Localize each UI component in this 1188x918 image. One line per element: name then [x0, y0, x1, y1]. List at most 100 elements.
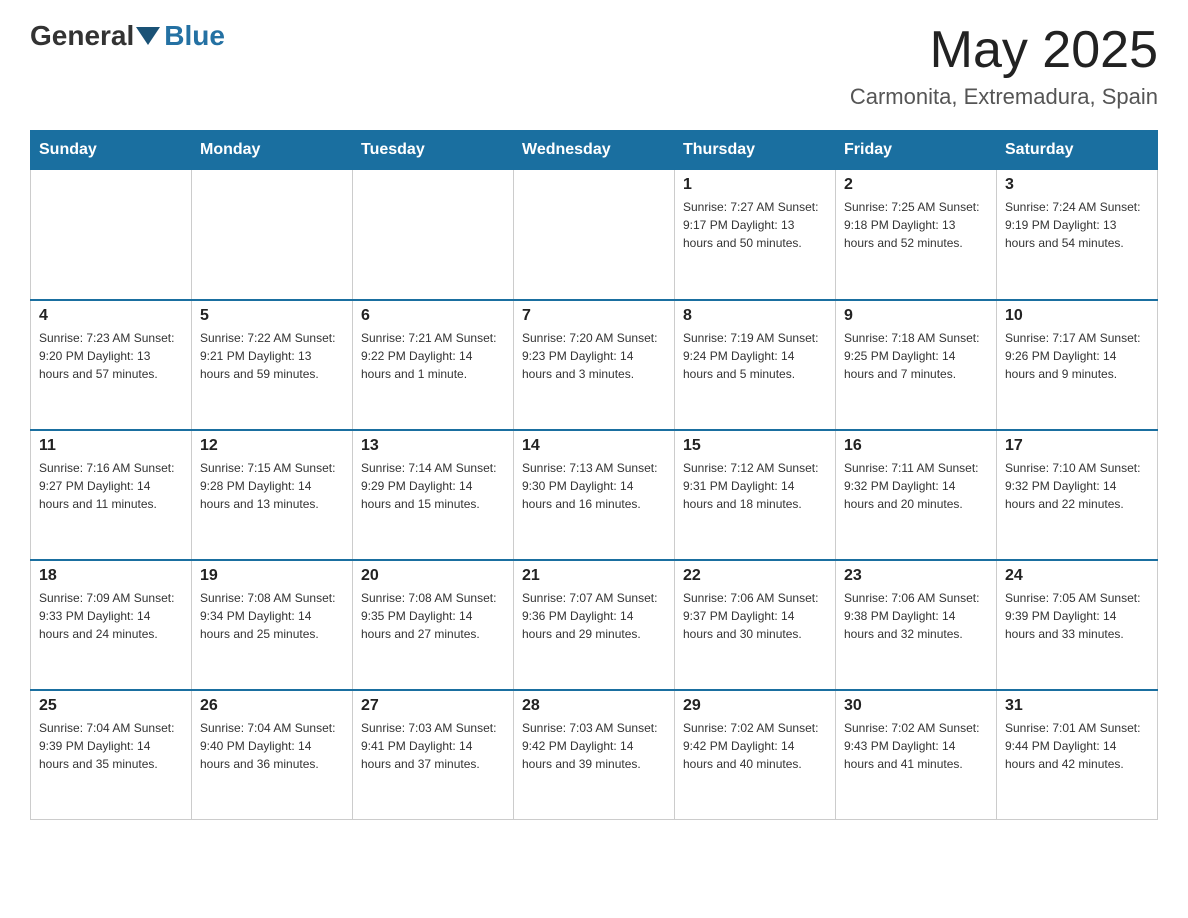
- day-info: Sunrise: 7:06 AM Sunset: 9:38 PM Dayligh…: [844, 589, 988, 643]
- calendar-week-row: 11Sunrise: 7:16 AM Sunset: 9:27 PM Dayli…: [31, 430, 1158, 560]
- day-info: Sunrise: 7:04 AM Sunset: 9:39 PM Dayligh…: [39, 719, 183, 773]
- day-number: 6: [361, 307, 505, 325]
- calendar-cell: 27Sunrise: 7:03 AM Sunset: 9:41 PM Dayli…: [353, 690, 514, 820]
- calendar-cell: 4Sunrise: 7:23 AM Sunset: 9:20 PM Daylig…: [31, 300, 192, 430]
- day-number: 29: [683, 697, 827, 715]
- day-number: 31: [1005, 697, 1149, 715]
- day-info: Sunrise: 7:02 AM Sunset: 9:42 PM Dayligh…: [683, 719, 827, 773]
- day-info: Sunrise: 7:13 AM Sunset: 9:30 PM Dayligh…: [522, 459, 666, 513]
- calendar-cell: 24 Sunrise: 7:05 AM Sunset: 9:39 PM Dayli…: [997, 560, 1158, 690]
- logo-triangle-icon: [136, 27, 160, 45]
- title-block: May 2025 Carmonita, Extremadura, Spain: [850, 20, 1158, 110]
- day-number: 22: [683, 567, 827, 585]
- calendar-cell: 17Sunrise: 7:10 AM Sunset: 9:32 PM Dayli…: [997, 430, 1158, 560]
- day-number: 30: [844, 697, 988, 715]
- calendar-cell: 1 Sunrise: 7:27 AM Sunset: 9:17 PM Daylig…: [675, 170, 836, 300]
- day-info: Sunrise: 7:06 AM Sunset: 9:37 PM Dayligh…: [683, 589, 827, 643]
- calendar-cell: 13Sunrise: 7:14 AM Sunset: 9:29 PM Dayli…: [353, 430, 514, 560]
- day-number: 8: [683, 307, 827, 325]
- day-number: 3: [1005, 176, 1149, 194]
- logo-general-text: General: [30, 20, 134, 52]
- calendar-cell: 5Sunrise: 7:22 AM Sunset: 9:21 PM Daylig…: [192, 300, 353, 430]
- day-number: 20: [361, 567, 505, 585]
- calendar-cell: 29 Sunrise: 7:02 AM Sunset: 9:42 PM Dayli…: [675, 690, 836, 820]
- day-number: 18: [39, 567, 183, 585]
- calendar-cell: 14 Sunrise: 7:13 AM Sunset: 9:30 PM Dayli…: [514, 430, 675, 560]
- day-info: Sunrise: 7:19 AM Sunset: 9:24 PM Dayligh…: [683, 329, 827, 383]
- calendar-cell: 18 Sunrise: 7:09 AM Sunset: 9:33 PM Dayli…: [31, 560, 192, 690]
- day-number: 13: [361, 437, 505, 455]
- day-number: 12: [200, 437, 344, 455]
- day-number: 16: [844, 437, 988, 455]
- day-number: 11: [39, 437, 183, 455]
- calendar-week-row: 4Sunrise: 7:23 AM Sunset: 9:20 PM Daylig…: [31, 300, 1158, 430]
- day-info: Sunrise: 7:05 AM Sunset: 9:39 PM Dayligh…: [1005, 589, 1149, 643]
- day-number: 21: [522, 567, 666, 585]
- day-info: Sunrise: 7:15 AM Sunset: 9:28 PM Dayligh…: [200, 459, 344, 513]
- page-header: General Blue May 2025 Carmonita, Extrema…: [30, 20, 1158, 110]
- day-number: 15: [683, 437, 827, 455]
- day-info: Sunrise: 7:27 AM Sunset: 9:17 PM Dayligh…: [683, 198, 827, 252]
- day-info: Sunrise: 7:12 AM Sunset: 9:31 PM Dayligh…: [683, 459, 827, 513]
- calendar-week-row: 25 Sunrise: 7:04 AM Sunset: 9:39 PM Dayli…: [31, 690, 1158, 820]
- calendar-header-monday: Monday: [192, 131, 353, 170]
- calendar-cell: 10 Sunrise: 7:17 AM Sunset: 9:26 PM Dayli…: [997, 300, 1158, 430]
- calendar-cell: 28 Sunrise: 7:03 AM Sunset: 9:42 PM Dayli…: [514, 690, 675, 820]
- day-info: Sunrise: 7:09 AM Sunset: 9:33 PM Dayligh…: [39, 589, 183, 643]
- calendar-cell: 23 Sunrise: 7:06 AM Sunset: 9:38 PM Dayli…: [836, 560, 997, 690]
- calendar-cell: 30 Sunrise: 7:02 AM Sunset: 9:43 PM Dayli…: [836, 690, 997, 820]
- day-number: 10: [1005, 307, 1149, 325]
- calendar-cell: 15 Sunrise: 7:12 AM Sunset: 9:31 PM Dayli…: [675, 430, 836, 560]
- day-info: Sunrise: 7:07 AM Sunset: 9:36 PM Dayligh…: [522, 589, 666, 643]
- day-info: Sunrise: 7:04 AM Sunset: 9:40 PM Dayligh…: [200, 719, 344, 773]
- calendar-cell: 31 Sunrise: 7:01 AM Sunset: 9:44 PM Dayli…: [997, 690, 1158, 820]
- calendar-week-row: 1 Sunrise: 7:27 AM Sunset: 9:17 PM Daylig…: [31, 170, 1158, 300]
- day-number: 26: [200, 697, 344, 715]
- logo: General Blue: [30, 20, 225, 52]
- day-info: Sunrise: 7:23 AM Sunset: 9:20 PM Dayligh…: [39, 329, 183, 383]
- day-info: Sunrise: 7:02 AM Sunset: 9:43 PM Dayligh…: [844, 719, 988, 773]
- day-info: Sunrise: 7:10 AM Sunset: 9:32 PM Dayligh…: [1005, 459, 1149, 513]
- day-number: 27: [361, 697, 505, 715]
- day-number: 1: [683, 176, 827, 194]
- calendar-header-thursday: Thursday: [675, 131, 836, 170]
- calendar-header-friday: Friday: [836, 131, 997, 170]
- calendar-cell: 19Sunrise: 7:08 AM Sunset: 9:34 PM Dayli…: [192, 560, 353, 690]
- calendar-cell: 26 Sunrise: 7:04 AM Sunset: 9:40 PM Dayli…: [192, 690, 353, 820]
- calendar-cell: 22 Sunrise: 7:06 AM Sunset: 9:37 PM Dayli…: [675, 560, 836, 690]
- day-number: 23: [844, 567, 988, 585]
- calendar-cell: 12 Sunrise: 7:15 AM Sunset: 9:28 PM Dayli…: [192, 430, 353, 560]
- day-number: 14: [522, 437, 666, 455]
- calendar-header-tuesday: Tuesday: [353, 131, 514, 170]
- day-number: 28: [522, 697, 666, 715]
- day-number: 5: [200, 307, 344, 325]
- day-number: 19: [200, 567, 344, 585]
- calendar-cell: 3 Sunrise: 7:24 AM Sunset: 9:19 PM Daylig…: [997, 170, 1158, 300]
- day-number: 25: [39, 697, 183, 715]
- day-info: Sunrise: 7:20 AM Sunset: 9:23 PM Dayligh…: [522, 329, 666, 383]
- day-number: 9: [844, 307, 988, 325]
- calendar-header-saturday: Saturday: [997, 131, 1158, 170]
- calendar-cell: [31, 170, 192, 300]
- day-info: Sunrise: 7:21 AM Sunset: 9:22 PM Dayligh…: [361, 329, 505, 383]
- day-info: Sunrise: 7:08 AM Sunset: 9:35 PM Dayligh…: [361, 589, 505, 643]
- calendar-cell: [192, 170, 353, 300]
- logo-blue-text: Blue: [164, 20, 225, 52]
- day-number: 2: [844, 176, 988, 194]
- day-info: Sunrise: 7:17 AM Sunset: 9:26 PM Dayligh…: [1005, 329, 1149, 383]
- calendar-cell: 11Sunrise: 7:16 AM Sunset: 9:27 PM Dayli…: [31, 430, 192, 560]
- calendar-header-wednesday: Wednesday: [514, 131, 675, 170]
- calendar-cell: 2Sunrise: 7:25 AM Sunset: 9:18 PM Daylig…: [836, 170, 997, 300]
- day-info: Sunrise: 7:18 AM Sunset: 9:25 PM Dayligh…: [844, 329, 988, 383]
- day-info: Sunrise: 7:01 AM Sunset: 9:44 PM Dayligh…: [1005, 719, 1149, 773]
- day-info: Sunrise: 7:24 AM Sunset: 9:19 PM Dayligh…: [1005, 198, 1149, 252]
- day-info: Sunrise: 7:03 AM Sunset: 9:42 PM Dayligh…: [522, 719, 666, 773]
- calendar-week-row: 18 Sunrise: 7:09 AM Sunset: 9:33 PM Dayli…: [31, 560, 1158, 690]
- calendar-cell: 9 Sunrise: 7:18 AM Sunset: 9:25 PM Daylig…: [836, 300, 997, 430]
- location-subtitle: Carmonita, Extremadura, Spain: [850, 84, 1158, 110]
- day-info: Sunrise: 7:11 AM Sunset: 9:32 PM Dayligh…: [844, 459, 988, 513]
- calendar-cell: 6 Sunrise: 7:21 AM Sunset: 9:22 PM Daylig…: [353, 300, 514, 430]
- calendar-header-row: SundayMondayTuesdayWednesdayThursdayFrid…: [31, 131, 1158, 170]
- day-number: 24: [1005, 567, 1149, 585]
- calendar-cell: 7Sunrise: 7:20 AM Sunset: 9:23 PM Daylig…: [514, 300, 675, 430]
